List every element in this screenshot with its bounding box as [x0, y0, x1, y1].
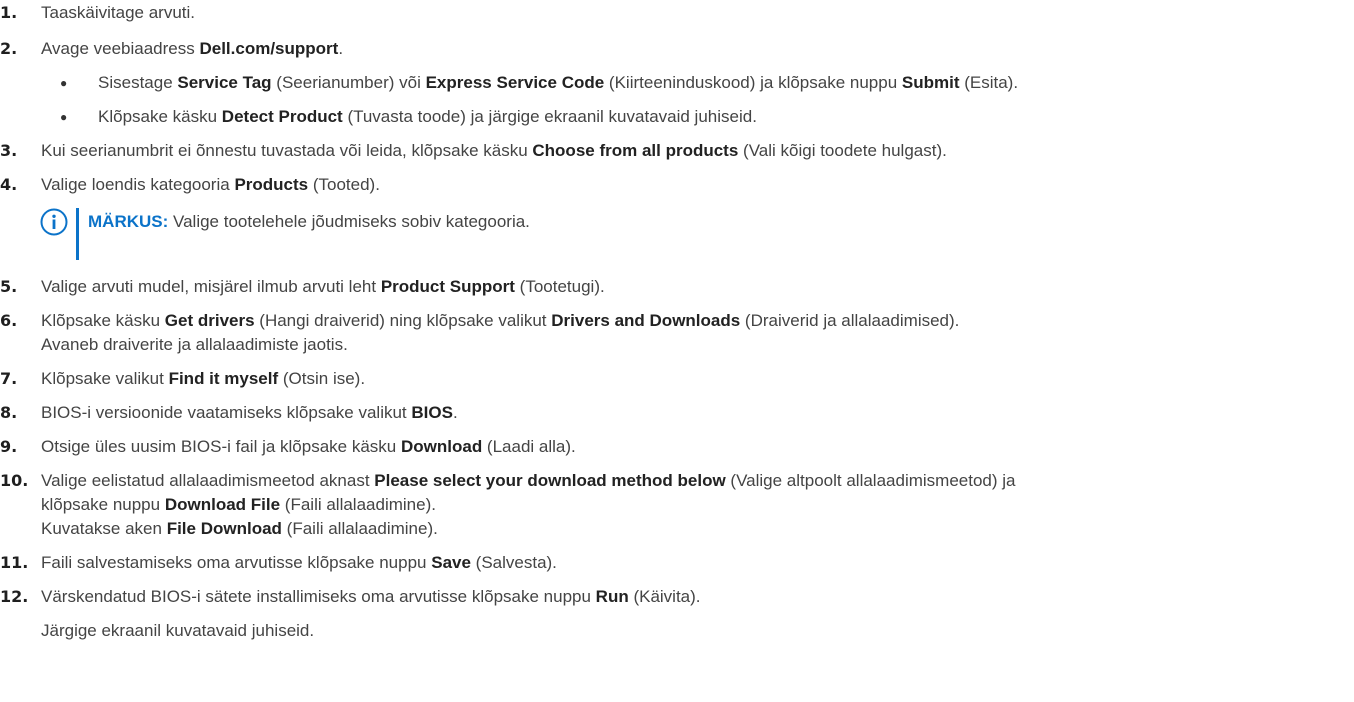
bold-term: Download File [164, 495, 281, 514]
text-run: (Esita). [959, 73, 1019, 92]
info-icon [40, 208, 68, 236]
text-run: (Otsin ise). [278, 369, 366, 388]
text-run: Avage veebiaadress [41, 39, 200, 58]
bold-term: File Download [166, 519, 282, 538]
text-run: (Valige altpoolt allalaadimismeetod) ja [725, 471, 1016, 490]
step-text: Värskendatud BIOS-i sätete installimisek… [41, 586, 701, 608]
bold-term: Download [400, 437, 483, 456]
bold-term: Run [595, 587, 629, 606]
step-text: klõpsake nuppu Download File (Faili alla… [41, 494, 436, 516]
step-number: 3. [0, 141, 18, 160]
text-run: . [452, 403, 458, 422]
step-number: 10. [0, 471, 29, 490]
note-text: Valige tootelehele jõudmiseks sobiv kate… [168, 212, 530, 231]
step-text: Klõpsake käsku Get drivers (Hangi draive… [41, 310, 959, 332]
step-number: 9. [0, 437, 18, 456]
text-run: Värskendatud BIOS-i sätete installimisek… [41, 587, 596, 606]
step-text: Klõpsake valikut Find it myself (Otsin i… [41, 368, 365, 390]
step-text: Otsige üles uusim BIOS-i fail ja klõpsak… [41, 436, 576, 458]
text-run: (Vali kõigi toodete hulgast). [738, 141, 947, 160]
text-run: (Käivita). [628, 587, 701, 606]
text-run: Kuvatakse aken [41, 519, 167, 538]
bold-term: BIOS [411, 403, 453, 422]
text-run: Järgige ekraanil kuvatavaid juhiseid. [41, 621, 315, 640]
bold-term: Dell.com/support [199, 39, 339, 58]
note-content: MÄRKUS: Valige tootelehele jõudmiseks so… [88, 211, 530, 233]
bold-term: Find it myself [168, 369, 279, 388]
step-number: 12. [0, 587, 29, 606]
text-run: Klõpsake käsku [41, 311, 165, 330]
step-number: 11. [0, 553, 29, 572]
text-run: (Kiirteeninduskood) ja klõpsake nuppu [604, 73, 902, 92]
step-number: 1. [0, 3, 18, 22]
bold-term: Service Tag [177, 73, 272, 92]
text-run: Taaskäivitage arvuti. [41, 3, 196, 22]
text-run: (Draiverid ja allalaadimised). [740, 311, 960, 330]
step-number: 4. [0, 175, 18, 194]
step-number: 2. [0, 39, 18, 58]
text-run: . [338, 39, 344, 58]
text-run: BIOS-i versioonide vaatamiseks klõpsake … [41, 403, 412, 422]
text-run: Faili salvestamiseks oma arvutisse klõps… [41, 553, 432, 572]
text-run: Kui seerianumbrit ei õnnestu tuvastada v… [41, 141, 533, 160]
bold-term: Products [234, 175, 309, 194]
bold-term: Please select your download method below [374, 471, 726, 490]
text-run: Klõpsake käsku [98, 107, 222, 126]
text-run: Otsige üles uusim BIOS-i fail ja klõpsak… [41, 437, 401, 456]
step-text: Valige eelistatud allalaadimismeetod akn… [41, 470, 1015, 492]
text-run: Klõpsake valikut [41, 369, 169, 388]
text-run: (Salvesta). [470, 553, 557, 572]
bold-term: Submit [901, 73, 960, 92]
bold-term: Choose from all products [532, 141, 739, 160]
step-text: Järgige ekraanil kuvatavaid juhiseid. [41, 620, 314, 642]
note-divider [76, 208, 79, 260]
step-text: Avage veebiaadress Dell.com/support. [41, 38, 343, 60]
text-run: Avaneb draiverite ja allalaadimiste jaot… [41, 335, 348, 354]
step-text: Valige arvuti mudel, misjärel ilmub arvu… [41, 276, 605, 298]
step-text: Avaneb draiverite ja allalaadimiste jaot… [41, 334, 348, 356]
step-text: Kui seerianumbrit ei õnnestu tuvastada v… [41, 140, 947, 162]
bold-term: Save [431, 553, 471, 572]
step-number: 6. [0, 311, 18, 330]
step-text: BIOS-i versioonide vaatamiseks klõpsake … [41, 402, 458, 424]
step-text: Taaskäivitage arvuti. [41, 2, 195, 24]
bold-term: Detect Product [221, 107, 343, 126]
text-run: (Faili allalaadimine). [280, 495, 436, 514]
bullet-text: Sisestage Service Tag (Seerianumber) või… [98, 72, 1018, 94]
text-run: Valige loendis kategooria [41, 175, 235, 194]
text-run: Sisestage [98, 73, 178, 92]
step-number: 7. [0, 369, 18, 388]
step-text: Kuvatakse aken File Download (Faili alla… [41, 518, 438, 540]
text-run: (Laadi alla). [482, 437, 576, 456]
bold-term: Express Service Code [425, 73, 605, 92]
text-run: (Faili allalaadimine). [281, 519, 438, 538]
text-run: (Tuvasta toode) ja järgige ekraanil kuva… [342, 107, 757, 126]
text-run: Valige eelistatud allalaadimismeetod akn… [41, 471, 375, 490]
step-number: 8. [0, 403, 18, 422]
bold-term: Get drivers [164, 311, 255, 330]
text-run: (Hangi draiverid) ning klõpsake valikut [254, 311, 552, 330]
bullet-text: Klõpsake käsku Detect Product (Tuvasta t… [98, 106, 757, 128]
bullet-icon: ● [60, 76, 68, 90]
text-run: (Seerianumber) või [271, 73, 426, 92]
step-text: Valige loendis kategooria Products (Toot… [41, 174, 380, 196]
text-run: klõpsake nuppu [41, 495, 165, 514]
text-run: Valige arvuti mudel, misjärel ilmub arvu… [41, 277, 381, 296]
bold-term: Product Support [380, 277, 515, 296]
text-run: (Tooted). [308, 175, 380, 194]
step-text: Faili salvestamiseks oma arvutisse klõps… [41, 552, 557, 574]
text-run: (Tootetugi). [514, 277, 605, 296]
step-number: 5. [0, 277, 18, 296]
bullet-icon: ● [60, 110, 68, 124]
note-label: MÄRKUS: [88, 212, 169, 231]
bold-term: Drivers and Downloads [551, 311, 741, 330]
